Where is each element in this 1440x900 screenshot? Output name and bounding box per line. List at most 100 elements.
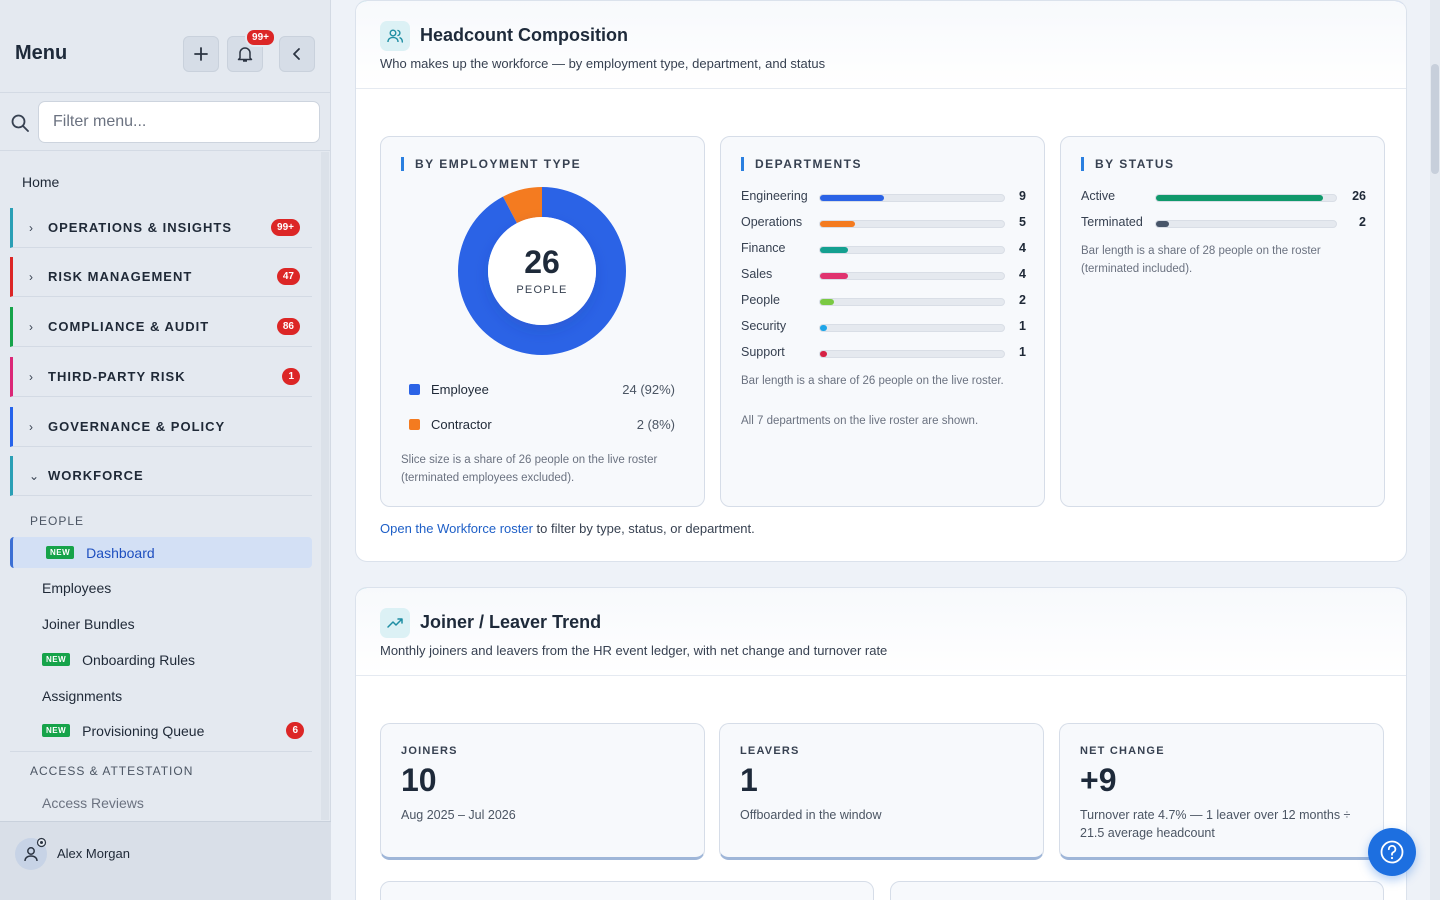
chevron-right-icon: › [29, 419, 33, 434]
help-icon [1380, 840, 1404, 864]
legend-swatch [409, 384, 420, 395]
dept-row-operations: Operations 5 [741, 215, 1026, 229]
dept-bar-track [819, 298, 1005, 306]
legend-name: Employee [431, 382, 489, 397]
section-third-party-risk[interactable]: › THIRD-PARTY RISK 1 [10, 357, 312, 397]
chart-panel [380, 881, 874, 900]
kpi-value: 1 [740, 762, 758, 798]
status-count: 26 [1352, 189, 1366, 203]
dept-row-people: People 2 [741, 293, 1026, 307]
panel-title: BY EMPLOYMENT TYPE [401, 157, 581, 171]
nav-assignments[interactable]: Assignments [10, 680, 312, 711]
user-profile[interactable]: Alex Morgan [0, 821, 331, 900]
nav-dashboard[interactable]: NEW Dashboard [10, 537, 312, 568]
chevron-left-icon [293, 48, 300, 60]
kpi-value: +9 [1080, 762, 1117, 798]
section-label: WORKFORCE [48, 468, 144, 483]
sidebar-scrollbar[interactable] [321, 152, 329, 820]
section-label: THIRD-PARTY RISK [48, 369, 186, 384]
sidebar-header: Menu 99+ [0, 0, 330, 93]
dept-name: Engineering [741, 189, 808, 203]
dept-count: 4 [1019, 241, 1026, 255]
section-badge: 1 [282, 368, 300, 385]
main-scrollbar[interactable] [1430, 0, 1440, 900]
employment-type-panel: BY EMPLOYMENT TYPE 26 PEOPLE Employee 24… [380, 136, 705, 507]
main-content: Headcount Composition Who makes up the w… [331, 0, 1440, 900]
chevron-right-icon: › [29, 269, 33, 284]
departments-note: Bar length is a share of 26 people on th… [741, 375, 1004, 387]
chevron-down-icon: ⌄ [29, 468, 40, 483]
dept-bar-track [819, 324, 1005, 332]
panel-title: BY STATUS [1081, 157, 1175, 171]
search-icon [11, 114, 29, 132]
chevron-right-icon: › [29, 220, 33, 235]
filter-menu-input[interactable] [38, 101, 320, 143]
status-panel: BY STATUS Active 26 Terminated 2 Bar length… [1060, 136, 1385, 507]
section-badge: 99+ [271, 219, 300, 236]
status-bar-track [1155, 194, 1337, 202]
section-label: COMPLIANCE & AUDIT [48, 319, 210, 334]
section-label: GOVERNANCE & POLICY [48, 419, 226, 434]
card-subtitle: Monthly joiners and leavers from the HR … [380, 643, 888, 658]
kpi-joiners: JOINERS 10 Aug 2025 – Jul 2026 [380, 723, 705, 860]
user-name: Alex Morgan [57, 846, 130, 861]
section-label: RISK MANAGEMENT [48, 269, 193, 284]
departments-panel: DEPARTMENTS Engineering 9 Operations 5 Finan… [720, 136, 1045, 507]
card-header: Headcount Composition Who makes up the w… [356, 1, 1406, 89]
legend-value: 24 (92%) [622, 382, 675, 397]
scrollbar-thumb[interactable] [1431, 64, 1439, 174]
chart-panel [890, 881, 1384, 900]
nav-label: Provisioning Queue [82, 722, 205, 739]
gear-icon [36, 837, 47, 848]
status-note: Bar length is a share of 28 people on th… [1081, 245, 1321, 275]
nav-onboarding-rules[interactable]: NEW Onboarding Rules [10, 644, 312, 675]
nav-home[interactable]: Home [22, 174, 59, 190]
headcount-card: Headcount Composition Who makes up the w… [355, 0, 1407, 562]
employment-donut-chart: 26 PEOPLE [458, 187, 626, 355]
nav-access-reviews[interactable]: Access Reviews [10, 787, 312, 818]
add-button[interactable] [183, 36, 219, 72]
section-label: OPERATIONS & INSIGHTS [48, 220, 232, 235]
dept-bar [820, 325, 828, 331]
donut-total: 26 [524, 244, 560, 280]
section-governance-policy[interactable]: › GOVERNANCE & POLICY [10, 407, 312, 447]
panel-title: DEPARTMENTS [741, 157, 862, 171]
dept-count: 9 [1019, 189, 1026, 203]
card-title: Joiner / Leaver Trend [420, 612, 602, 632]
nav-label: Access Reviews [42, 794, 144, 811]
nav-joiner-bundles[interactable]: Joiner Bundles [10, 608, 312, 639]
section-workforce[interactable]: ⌄ WORKFORCE [10, 456, 312, 496]
users-icon [380, 21, 410, 51]
dept-row-sales: Sales 4 [741, 267, 1026, 281]
dept-bar [820, 247, 849, 253]
dept-bar [820, 351, 828, 357]
dept-row-engineering: Engineering 9 [741, 189, 1026, 203]
dept-name: Security [741, 319, 787, 333]
section-operations-insights[interactable]: › OPERATIONS & INSIGHTS 99+ [10, 208, 312, 248]
status-row-terminated: Terminated 2 [1081, 215, 1366, 229]
nav-label: Employees [42, 579, 112, 596]
group-label-access: ACCESS & ATTESTATION [30, 764, 194, 778]
dept-bar-track [819, 350, 1005, 358]
dept-name: Sales [741, 267, 773, 281]
new-tag: NEW [42, 724, 71, 737]
section-compliance-audit[interactable]: › COMPLIANCE & AUDIT 86 [10, 307, 312, 347]
nav-employees[interactable]: Employees [10, 572, 312, 603]
help-button[interactable] [1368, 828, 1416, 876]
section-risk-management[interactable]: › RISK MANAGEMENT 47 [10, 257, 312, 297]
collapse-sidebar-button[interactable] [279, 36, 315, 72]
section-badge: 86 [276, 318, 300, 335]
sidebar: Menu 99+ Home › OPERATIONS & INSIGHTS 99… [0, 0, 331, 900]
nav-provisioning-queue[interactable]: NEW Provisioning Queue 6 [10, 715, 312, 746]
nav-label: Dashboard [86, 544, 155, 561]
notifications-button[interactable]: 99+ [227, 28, 276, 72]
menu-search [0, 93, 331, 151]
dept-name: People [741, 293, 780, 307]
kpi-note: Turnover rate 4.7% — 1 leaver over 12 mo… [1080, 808, 1351, 840]
workforce-roster-link[interactable]: Open the Workforce roster [380, 521, 533, 536]
nav-label: Onboarding Rules [82, 651, 196, 668]
status-bar [1156, 221, 1169, 227]
legend-swatch [409, 419, 420, 430]
dept-bar-track [819, 246, 1005, 254]
nav-label: Assignments [42, 687, 123, 704]
